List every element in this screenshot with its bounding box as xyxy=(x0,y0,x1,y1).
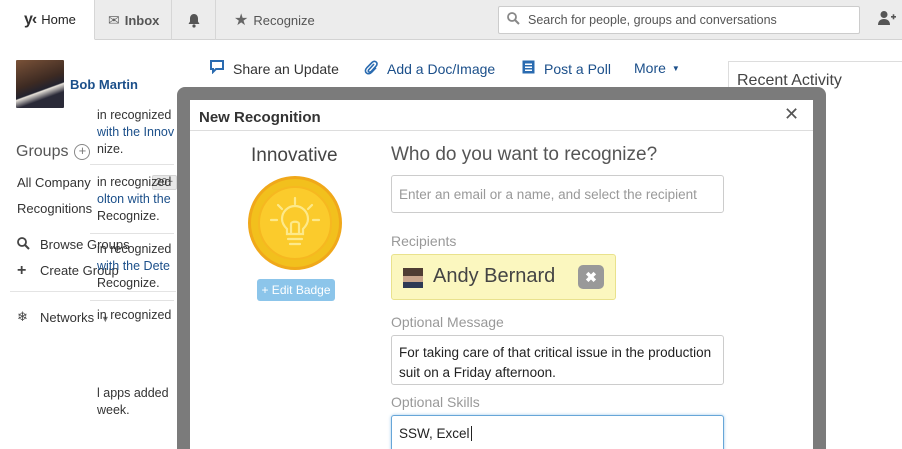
activity-item[interactable]: in recognized xyxy=(97,307,171,324)
activity-line: nize. xyxy=(97,142,124,156)
search-input[interactable]: Search for people, groups and conversati… xyxy=(498,6,860,34)
activity-line: l apps added xyxy=(97,386,169,400)
recipients-label: Recipients xyxy=(391,233,457,249)
paperclip-icon xyxy=(364,60,378,78)
nav-inbox-label: Inbox xyxy=(124,12,160,28)
plus-icon: + xyxy=(17,262,27,279)
networks-icon: ❄ xyxy=(17,309,28,324)
recipient-chip: Andy Bernard ✖ xyxy=(391,254,616,300)
yammer-logo-icon: y‹ xyxy=(24,10,37,28)
add-group-icon[interactable]: + xyxy=(74,144,91,160)
dialog-header: New Recognition ✕ xyxy=(190,100,813,131)
recipient-avatar xyxy=(403,268,423,288)
nav-inbox-tab[interactable]: ✉ Inbox xyxy=(95,0,172,40)
badge-inner xyxy=(258,186,332,260)
activity-line: in recognized xyxy=(97,175,172,189)
networks-label: Networks xyxy=(40,310,95,325)
add-user-icon[interactable] xyxy=(878,10,896,31)
message-label: Optional Message xyxy=(391,314,504,330)
sidebar-item-all-company[interactable]: All Company xyxy=(17,175,91,190)
remove-recipient-icon[interactable]: ✖ xyxy=(578,265,604,289)
share-update-tab[interactable]: Share an Update xyxy=(210,60,339,77)
nav-notifications-tab[interactable] xyxy=(172,0,216,40)
add-doc-label: Add a Doc/Image xyxy=(387,61,496,77)
skills-input[interactable]: SSW, Excel xyxy=(391,415,724,449)
recipient-placeholder: Enter an email or a name, and select the… xyxy=(399,187,697,202)
nav-recognize-tab[interactable]: ★ Recognize xyxy=(216,0,322,40)
browse-icon xyxy=(17,237,30,253)
more-dropdown[interactable]: More ▼ xyxy=(634,60,680,76)
groups-heading: Groups + xyxy=(16,143,91,161)
message-textarea[interactable]: For taking care of that critical issue i… xyxy=(391,335,724,385)
lightbulb-badge-icon xyxy=(248,176,342,270)
top-nav: y‹ Home ✉ Inbox ★ Recognize Search for p… xyxy=(0,0,902,40)
bell-icon xyxy=(188,13,199,28)
nav-recognize-label: Recognize xyxy=(253,12,315,28)
search-icon xyxy=(507,12,520,28)
share-update-label: Share an Update xyxy=(233,60,339,77)
activity-item[interactable]: in recognized with the Dete Recognize. xyxy=(97,241,171,292)
activity-item[interactable]: in recognized with the Innov nize. xyxy=(97,107,174,158)
more-label: More xyxy=(634,60,666,76)
sidebar-item-recognitions[interactable]: Recognitions xyxy=(17,201,92,216)
post-poll-tab[interactable]: Post a Poll xyxy=(522,60,611,77)
comment-icon xyxy=(210,60,224,77)
avatar[interactable] xyxy=(16,60,64,108)
recognize-question: Who do you want to recognize? xyxy=(391,144,658,165)
apps-section-text: l apps added week. xyxy=(97,385,169,419)
activity-link[interactable]: with the Dete xyxy=(97,258,171,275)
activity-line: in recognized xyxy=(97,242,172,256)
skills-value: SSW, Excel xyxy=(399,426,470,441)
activity-divider xyxy=(90,233,174,234)
text-cursor xyxy=(470,426,472,441)
nav-home-tab[interactable]: y‹ Home xyxy=(0,0,95,40)
post-poll-label: Post a Poll xyxy=(544,60,611,77)
add-doc-tab[interactable]: Add a Doc/Image xyxy=(364,60,495,78)
activity-line: in recognized xyxy=(97,108,172,122)
activity-line: Recognize. xyxy=(97,276,160,290)
search-placeholder: Search for people, groups and conversati… xyxy=(528,13,777,27)
activity-link[interactable]: with the Innov xyxy=(97,124,174,141)
new-recognition-dialog: New Recognition ✕ Innovative + Edit Badg… xyxy=(190,100,813,449)
activity-divider xyxy=(90,300,174,301)
groups-heading-label: Groups xyxy=(16,143,69,160)
activity-line: Recognize. xyxy=(97,209,160,223)
activity-divider xyxy=(90,164,174,165)
activity-line: in recognized xyxy=(97,308,172,322)
edit-badge-button[interactable]: + Edit Badge xyxy=(257,279,335,301)
poll-icon xyxy=(522,60,535,77)
activity-item[interactable]: in recognized olton with the Recognize. xyxy=(97,174,171,225)
skills-label: Optional Skills xyxy=(391,394,480,410)
recipient-input[interactable]: Enter an email or a name, and select the… xyxy=(391,175,724,213)
activity-line: week. xyxy=(97,403,130,417)
star-icon: ★ xyxy=(234,12,249,29)
chevron-down-icon: ▼ xyxy=(671,63,680,73)
activity-link[interactable]: olton with the xyxy=(97,191,171,208)
nav-home-label: Home xyxy=(41,12,76,27)
dialog-title: New Recognition xyxy=(199,109,321,126)
lightbulb-icon xyxy=(269,196,321,246)
mail-icon: ✉ xyxy=(108,11,120,28)
close-icon[interactable]: ✕ xyxy=(784,104,799,125)
recipient-name: Andy Bernard xyxy=(433,265,556,287)
badge-name: Innovative xyxy=(251,145,338,166)
user-name-link[interactable]: Bob Martin xyxy=(70,77,138,92)
